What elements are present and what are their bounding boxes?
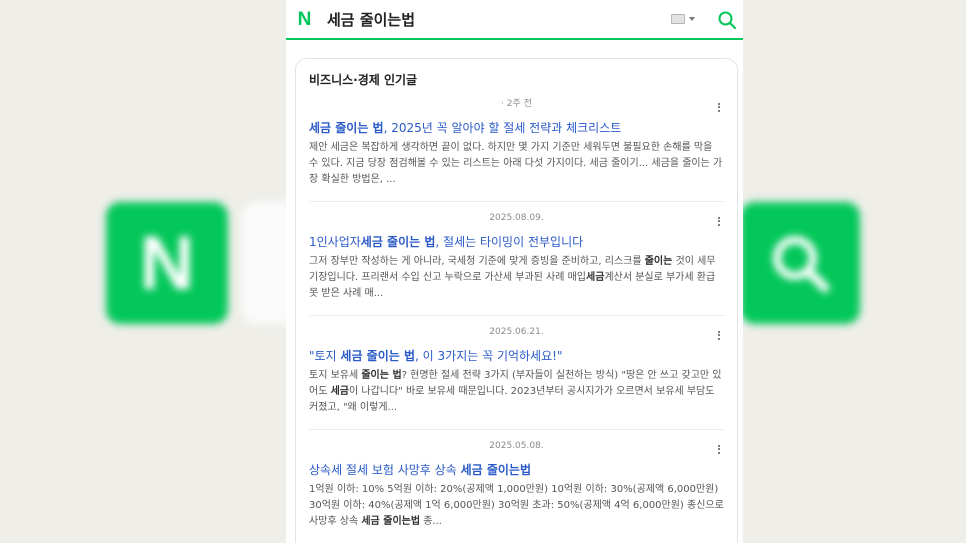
result-title-link[interactable]: 세금 줄이는 법, 2025년 꼭 알아야 할 절세 전략과 체크리스트 [309, 120, 724, 136]
more-options-button[interactable] [714, 214, 724, 228]
post-date: · 2주 전 [501, 99, 532, 109]
keyboard-dropdown[interactable] [671, 14, 695, 24]
post-date: 2025.05.08. [489, 441, 544, 451]
background-naver-logo: N [106, 202, 228, 324]
post-date: 2025.08.09. [489, 213, 544, 223]
search-header: N 세금 줄이는법 [286, 0, 743, 40]
post-date: 2025.06.21. [489, 327, 544, 337]
section-title: 비즈니스·경제 인기글 [309, 73, 418, 87]
result-item: 2025.06.21. "토지 세금 줄이는 법, 이 3가지는 꼭 기억하세요… [309, 316, 724, 430]
result-title-link[interactable]: 상속세 절세 보험 사망후 상속 세금 줄이는법 [309, 462, 724, 478]
result-item: 2025.05.08. 상속세 절세 보험 사망후 상속 세금 줄이는법 1억원… [309, 430, 724, 543]
naver-logo[interactable]: N [296, 10, 313, 29]
popular-posts-card: 비즈니스·경제 인기글 · 2주 전 세금 줄이는 법, 2025년 꼭 알아야… [295, 58, 738, 543]
more-options-button[interactable] [714, 328, 724, 342]
result-title-link[interactable]: "토지 세금 줄이는 법, 이 3가지는 꼭 기억하세요!" [309, 348, 724, 364]
more-options-button[interactable] [714, 442, 724, 456]
result-snippet: 1억원 이하: 10% 5억원 이하: 20%(공제액 1,000만원) 10억… [309, 484, 724, 527]
result-item: 2025.08.09. 1인사업자세금 줄이는 법, 절세는 타이밍이 전부입니… [309, 202, 724, 316]
search-icon [718, 11, 737, 30]
more-options-button[interactable] [714, 100, 724, 114]
keyboard-icon [671, 14, 685, 24]
result-item: · 2주 전 세금 줄이는 법, 2025년 꼭 알아야 할 절세 전략과 체크… [309, 88, 724, 202]
search-query[interactable]: 세금 줄이는법 [327, 9, 415, 30]
search-button[interactable] [717, 10, 737, 30]
result-snippet: 토지 보유세 줄이는 법? 현명한 절세 전략 3가지 (부자들이 실천하는 방… [309, 370, 722, 413]
caret-down-icon [689, 17, 695, 21]
result-title-link[interactable]: 1인사업자세금 줄이는 법, 절세는 타이밍이 전부입니다 [309, 234, 724, 250]
search-results-panel: N 세금 줄이는법 비즈니스·경제 인기글 · 2주 전 세금 줄이는 법, 2… [286, 0, 743, 543]
result-snippet: 그저 장부만 작성하는 게 아니라, 국세청 기준에 맞게 증빙을 준비하고, … [309, 256, 716, 299]
result-snippet: 제안 세금은 복잡하게 생각하면 끝이 없다. 하지만 몇 가지 기준만 세워두… [309, 142, 723, 185]
background-search-icon [740, 202, 860, 324]
